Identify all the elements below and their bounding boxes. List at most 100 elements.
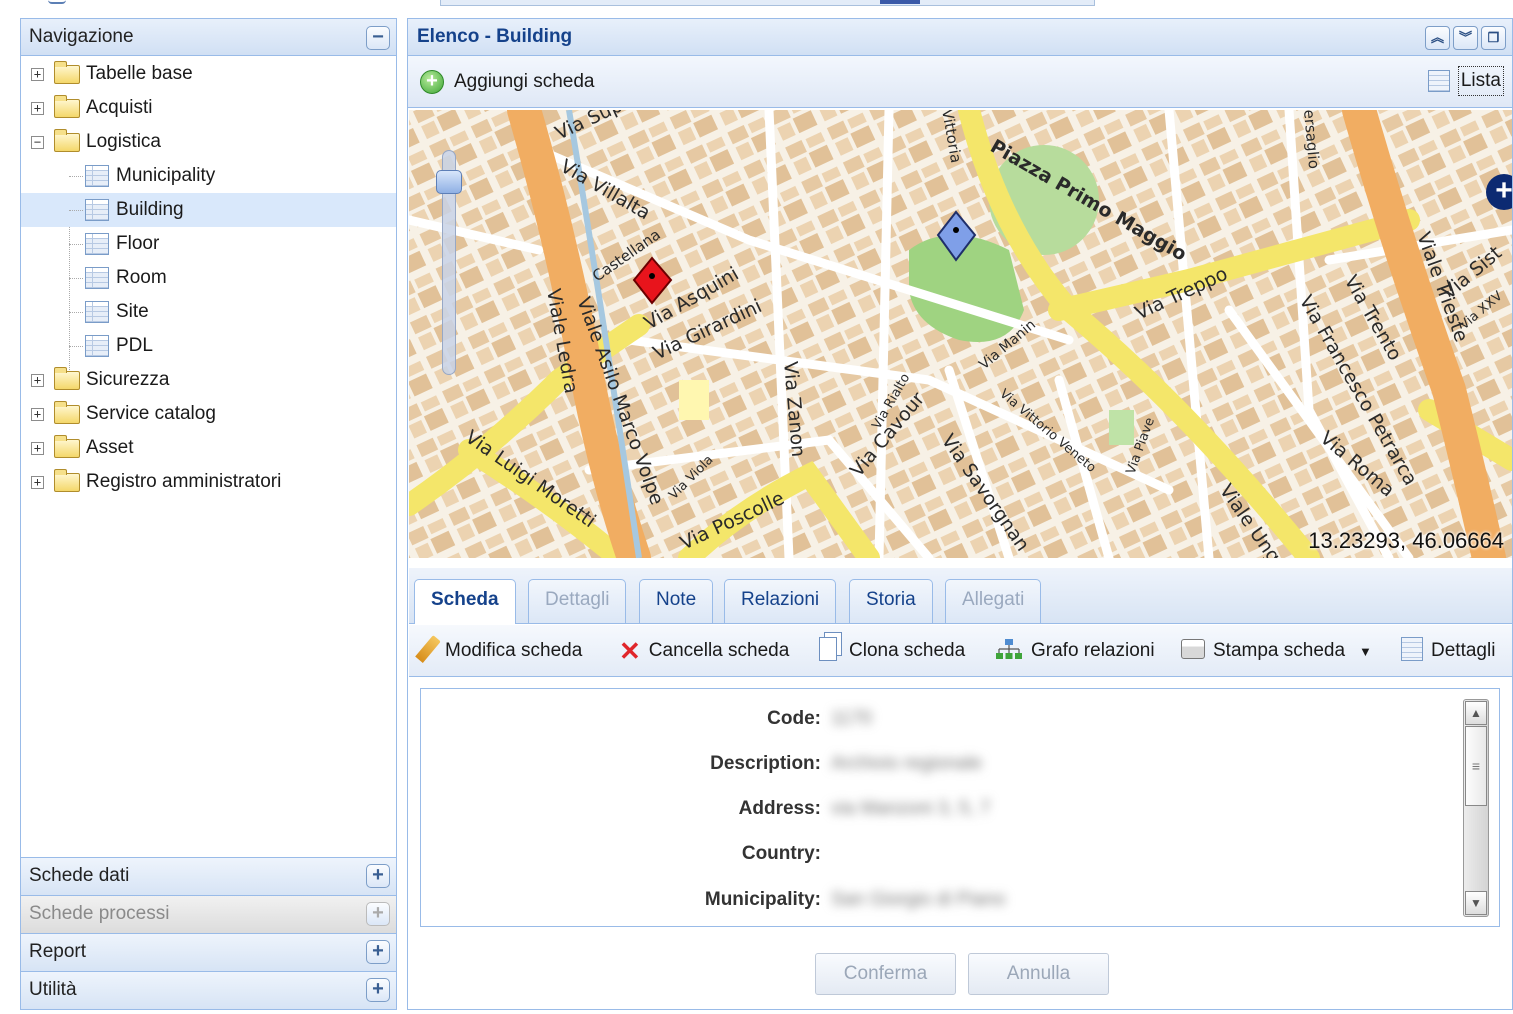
map-view[interactable]: Via Sup Via Villalta Castellana Viale As… bbox=[409, 110, 1512, 558]
expand-report-button[interactable]: + bbox=[366, 940, 390, 964]
tree-item-municipality[interactable]: Municipality bbox=[21, 159, 396, 193]
folder-icon bbox=[54, 367, 80, 390]
tree-folder-sicurezza[interactable]: + Sicurezza bbox=[21, 363, 396, 397]
chevron-down-icon[interactable]: ▼ bbox=[1359, 626, 1372, 678]
tree-label: Municipality bbox=[116, 165, 216, 186]
expand-icon[interactable]: + bbox=[31, 476, 44, 489]
navigation-panel: Navigazione − + Tabelle base + Acquisti … bbox=[20, 18, 397, 1010]
details-icon bbox=[1401, 636, 1423, 661]
table-icon bbox=[85, 301, 109, 323]
delete-icon: ✕ bbox=[619, 636, 641, 666]
field-label: Code: bbox=[767, 708, 821, 729]
collapse-icon[interactable]: − bbox=[31, 136, 44, 149]
field-description: Description: Archivio regionale bbox=[421, 749, 1461, 779]
expand-icon[interactable]: + bbox=[31, 102, 44, 115]
detail-tabs: Scheda Dettagli Note Relazioni Storia Al… bbox=[409, 568, 1512, 624]
top-strip bbox=[0, 0, 1513, 8]
tree-folder-service-catalog[interactable]: + Service catalog bbox=[21, 397, 396, 431]
list-button[interactable]: Lista bbox=[1457, 66, 1504, 96]
expand-icon[interactable]: + bbox=[31, 408, 44, 421]
edit-card-label: Modifica scheda bbox=[445, 640, 583, 661]
edit-card-button[interactable]: Modifica scheda bbox=[415, 625, 583, 677]
field-municipality: Municipality: San Giorgio di Piano bbox=[421, 885, 1461, 915]
print-card-button[interactable]: Stampa scheda ▼ bbox=[1181, 625, 1372, 678]
tab-allegati: Allegati bbox=[945, 579, 1042, 623]
expand-utilita-button[interactable]: + bbox=[366, 978, 390, 1002]
tree-folder-acquisti[interactable]: + Acquisti bbox=[21, 91, 396, 125]
list-icon[interactable] bbox=[1428, 70, 1450, 92]
navigation-title: Navigazione bbox=[29, 26, 134, 47]
tree-label: Room bbox=[116, 267, 167, 288]
tree-label: Registro amministratori bbox=[86, 471, 282, 492]
tree-folder-tabelle-base[interactable]: + Tabelle base bbox=[21, 57, 396, 91]
tree-label: Site bbox=[116, 301, 149, 322]
scroll-up-icon[interactable]: ▲ bbox=[1465, 701, 1487, 725]
tree-item-floor[interactable]: Floor bbox=[21, 227, 396, 261]
collapse-up-icon[interactable]: ︽ bbox=[1425, 26, 1450, 50]
tab-scheda[interactable]: Scheda bbox=[414, 579, 516, 624]
list-toolbar: + Aggiungi scheda Lista bbox=[408, 56, 1512, 108]
tree-label: Tabelle base bbox=[86, 63, 193, 84]
form-scrollbar[interactable]: ▲ ≡ ▼ bbox=[1463, 699, 1489, 917]
folder-icon bbox=[54, 435, 80, 458]
details-label: Dettagli bbox=[1431, 640, 1496, 661]
tree-label: PDL bbox=[116, 335, 153, 356]
collapse-navigation-button[interactable]: − bbox=[366, 26, 390, 50]
relations-graph-label: Grafo relazioni bbox=[1031, 640, 1155, 661]
field-label: Country: bbox=[741, 843, 821, 864]
relations-graph-button[interactable]: Grafo relazioni bbox=[995, 625, 1155, 677]
expand-icon[interactable]: + bbox=[31, 442, 44, 455]
expand-icon[interactable]: + bbox=[31, 374, 44, 387]
tree-item-site[interactable]: Site bbox=[21, 295, 396, 329]
expand-schede-processi-button: + bbox=[366, 902, 390, 926]
copy-icon bbox=[819, 636, 837, 661]
tree-folder-asset[interactable]: + Asset bbox=[21, 431, 396, 465]
tree-connector bbox=[69, 244, 83, 245]
tree-label: Logistica bbox=[86, 131, 161, 152]
field-value: 1170 bbox=[831, 708, 872, 729]
collapse-down-icon[interactable]: ︾ bbox=[1453, 26, 1478, 50]
tree-item-building[interactable]: Building bbox=[21, 193, 396, 227]
details-button[interactable]: Dettagli bbox=[1401, 625, 1495, 677]
folder-icon bbox=[54, 95, 80, 118]
folder-open-icon bbox=[54, 129, 80, 152]
accordion-report[interactable]: Report + bbox=[21, 933, 396, 971]
tab-storia[interactable]: Storia bbox=[849, 579, 933, 623]
clone-card-label: Clona scheda bbox=[849, 640, 966, 661]
expand-schede-dati-button[interactable]: + bbox=[366, 864, 390, 888]
field-label: Address: bbox=[738, 798, 821, 819]
top-tab-accent bbox=[880, 0, 920, 4]
accordion-utilita[interactable]: Utilità + bbox=[21, 971, 396, 1009]
delete-card-button[interactable]: ✕ Cancella scheda bbox=[619, 625, 789, 677]
tab-note[interactable]: Note bbox=[639, 579, 714, 623]
tree-folder-logistica[interactable]: − Logistica bbox=[21, 125, 396, 159]
zoom-handle[interactable] bbox=[436, 170, 462, 194]
scroll-down-icon[interactable]: ▼ bbox=[1465, 891, 1487, 915]
add-icon[interactable]: + bbox=[420, 70, 444, 94]
accordion-schede-dati[interactable]: Schede dati + bbox=[21, 857, 396, 895]
field-label: Description: bbox=[710, 753, 821, 774]
accordion-label: Utilità bbox=[29, 979, 77, 1000]
expand-icon[interactable]: + bbox=[31, 68, 44, 81]
tree-label: Asset bbox=[86, 437, 134, 458]
card-toolbar: Modifica scheda ✕ Cancella scheda Clona s… bbox=[409, 625, 1512, 677]
table-icon bbox=[85, 165, 109, 187]
tree-connector bbox=[69, 312, 83, 313]
tab-relazioni[interactable]: Relazioni bbox=[724, 579, 837, 623]
tree-connector bbox=[69, 346, 83, 347]
top-tab-fragment bbox=[440, 0, 1095, 6]
scroll-thumb[interactable]: ≡ bbox=[1465, 726, 1487, 806]
restore-window-icon[interactable]: ❐ bbox=[1481, 26, 1506, 50]
tree-item-pdl[interactable]: PDL bbox=[21, 329, 396, 363]
map-canvas[interactable]: Via Sup Via Villalta Castellana Viale As… bbox=[409, 110, 1512, 558]
table-icon bbox=[85, 267, 109, 289]
delete-card-label: Cancella scheda bbox=[648, 640, 790, 662]
clone-card-button[interactable]: Clona scheda bbox=[819, 625, 965, 677]
graph-icon bbox=[996, 638, 1022, 659]
tree-label: Building bbox=[116, 199, 184, 220]
confirm-button: Conferma bbox=[815, 953, 956, 995]
tree-item-room[interactable]: Room bbox=[21, 261, 396, 295]
tree-folder-registro-amministratori[interactable]: + Registro amministratori bbox=[21, 465, 396, 499]
add-card-button[interactable]: Aggiungi scheda bbox=[454, 56, 595, 108]
pencil-icon bbox=[415, 635, 441, 663]
